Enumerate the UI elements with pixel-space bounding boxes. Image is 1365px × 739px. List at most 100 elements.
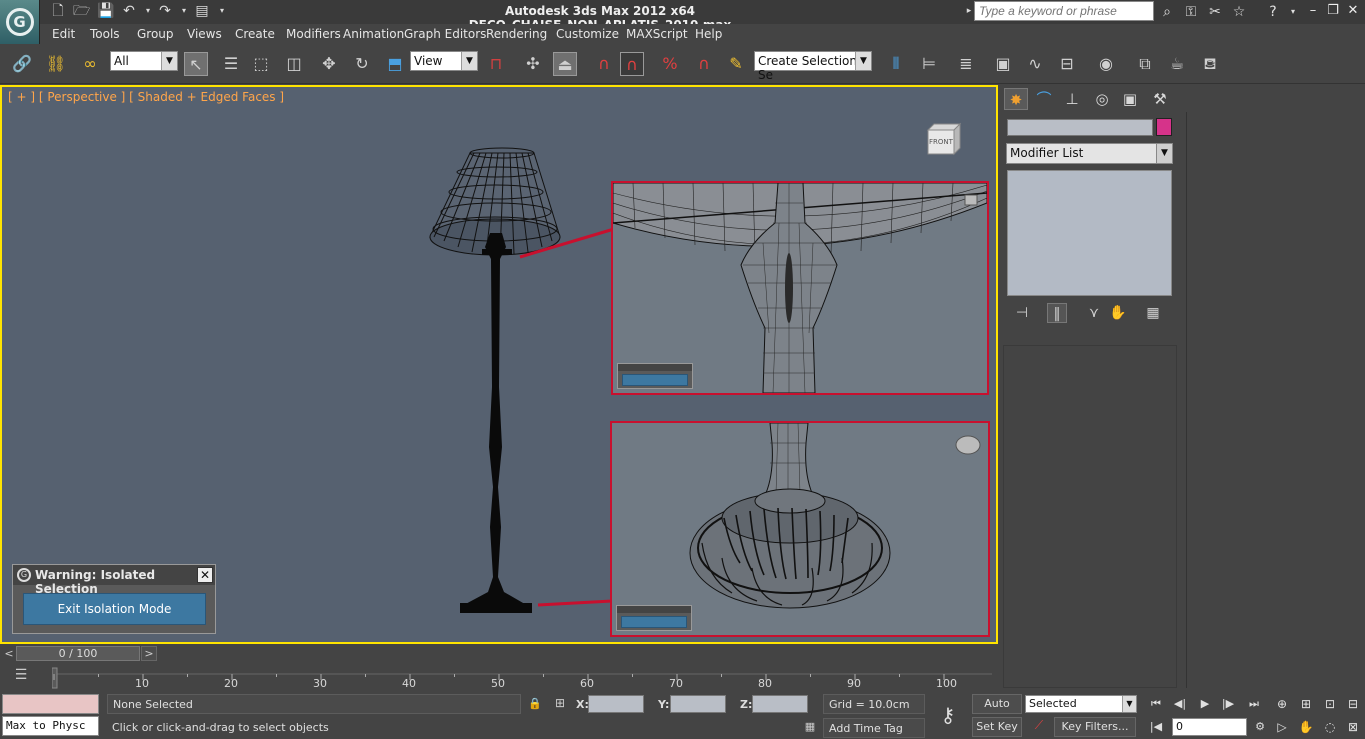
spinner-snap-icon[interactable]: ∩: [692, 52, 716, 76]
time-slider-thumb[interactable]: 0 / 100: [16, 646, 140, 661]
modify-tab-icon[interactable]: ⌒: [1032, 88, 1056, 110]
menu-edit[interactable]: Edit: [52, 27, 75, 41]
previous-key-icon[interactable]: ◀|: [1170, 696, 1190, 712]
perspective-viewport[interactable]: [ + ] [ Perspective ] [ Shaded + Edged F…: [0, 85, 998, 644]
menu-rendering[interactable]: Rendering: [486, 27, 547, 41]
hierarchy-tab-icon[interactable]: ⊥: [1060, 88, 1084, 110]
communication-center-icon[interactable]: ✂: [1206, 3, 1224, 21]
create-tab-icon[interactable]: ✸: [1004, 88, 1028, 110]
search-input[interactable]: [974, 1, 1154, 21]
default-tangents-icon[interactable]: ⟋: [1028, 718, 1050, 736]
subscription-key-icon[interactable]: ⚿: [1182, 3, 1200, 21]
select-and-move-icon[interactable]: ✥: [317, 52, 341, 76]
reference-coordinate-dropdown[interactable]: View ▼: [410, 51, 478, 71]
save-file-icon[interactable]: 💾: [97, 3, 114, 19]
window-crossing-icon[interactable]: ◫: [282, 52, 306, 76]
edit-named-selection-icon[interactable]: ✎: [724, 52, 748, 76]
percent-snap-icon[interactable]: %: [658, 52, 682, 76]
maxscript-listener-input[interactable]: Max to Physc: [2, 716, 99, 736]
angle-snap-icon[interactable]: ∩: [620, 52, 644, 76]
named-selection-dropdown[interactable]: Create Selection Se ▼: [754, 51, 872, 82]
next-frame-icon[interactable]: >: [141, 646, 157, 661]
maximize-viewport-icon[interactable]: ⊠: [1343, 718, 1363, 736]
field-of-view-icon[interactable]: ▷: [1272, 718, 1292, 736]
redo-icon[interactable]: ↷: [157, 3, 173, 19]
add-time-tag-button[interactable]: Add Time Tag: [823, 718, 925, 738]
key-filters-button[interactable]: Key Filters...: [1054, 717, 1136, 737]
snaps-toggle-icon[interactable]: ∩: [592, 52, 616, 76]
time-configuration-icon[interactable]: ⚙: [1250, 719, 1270, 735]
modifier-stack-list[interactable]: [1007, 170, 1172, 296]
pan-view-icon[interactable]: ✋: [1296, 718, 1316, 736]
set-key-button[interactable]: Set Key: [972, 717, 1022, 737]
absolute-mode-transform-icon[interactable]: ⊞: [552, 696, 568, 712]
keyboard-shortcut-override-icon[interactable]: ⏏: [553, 52, 577, 76]
show-end-result-icon[interactable]: ‖: [1047, 303, 1067, 323]
curve-editor-mini-icon[interactable]: ☰: [10, 667, 32, 687]
align-icon[interactable]: ⊨: [917, 52, 941, 76]
make-unique-icon[interactable]: ⋎: [1084, 303, 1104, 323]
pivot-center-icon[interactable]: ⊓: [484, 52, 508, 76]
key-mode-dropdown[interactable]: Selected ▼: [1025, 695, 1137, 713]
project-folder-icon[interactable]: ▤: [194, 3, 210, 19]
menu-help[interactable]: Help: [695, 27, 722, 41]
previous-frame-icon[interactable]: <: [2, 647, 16, 661]
selection-filter-dropdown[interactable]: All ▼: [110, 51, 178, 71]
undo-icon[interactable]: ↶: [121, 3, 137, 19]
rendered-frame-window-icon[interactable]: ☕: [1165, 52, 1189, 76]
zoom-extents-all-icon[interactable]: ⊟: [1343, 695, 1363, 713]
rectangular-selection-icon[interactable]: ⬚: [249, 52, 273, 76]
help-icon[interactable]: ?: [1264, 3, 1282, 21]
close-icon[interactable]: ✕: [1345, 3, 1361, 19]
quick-access-dropdown-icon[interactable]: ▾: [214, 3, 230, 19]
select-manipulate-icon[interactable]: ✣: [521, 52, 545, 76]
menu-maxscript[interactable]: MAXScript: [626, 27, 688, 41]
material-editor-icon[interactable]: ◉: [1094, 52, 1118, 76]
current-frame-field[interactable]: 0: [1172, 718, 1247, 736]
play-icon[interactable]: ▶: [1195, 696, 1215, 712]
zoom-extents-icon[interactable]: ⊡: [1320, 695, 1340, 713]
select-object-icon[interactable]: ↖: [184, 52, 208, 76]
time-tag-icon[interactable]: ▦: [802, 720, 818, 736]
maxscript-output-field[interactable]: [2, 694, 99, 714]
zoom-icon[interactable]: ⊕: [1272, 695, 1292, 713]
favorites-star-icon[interactable]: ☆: [1230, 3, 1248, 21]
help-dropdown-icon[interactable]: ▾: [1284, 3, 1302, 21]
remove-modifier-icon[interactable]: ✋: [1108, 303, 1128, 323]
go-to-start-icon[interactable]: ⏮: [1146, 696, 1166, 712]
unlink-selection-icon[interactable]: ⛓: [44, 52, 68, 76]
select-by-name-icon[interactable]: ☰: [219, 52, 243, 76]
menu-customize[interactable]: Customize: [556, 27, 619, 41]
configure-modifier-sets-icon[interactable]: ▦: [1143, 303, 1163, 323]
menu-tools[interactable]: Tools: [90, 27, 120, 41]
schematic-view-icon[interactable]: ⊟: [1055, 52, 1079, 76]
x-coord-field[interactable]: [588, 695, 644, 713]
application-button[interactable]: G: [0, 0, 40, 44]
curve-editor-icon[interactable]: ∿: [1023, 52, 1047, 76]
select-and-link-icon[interactable]: 🔗: [10, 52, 34, 76]
key-mode-toggle-icon[interactable]: |◀: [1146, 719, 1166, 735]
undo-dropdown-icon[interactable]: ▾: [140, 3, 156, 19]
modifier-list-dropdown[interactable]: Modifier List ▼: [1006, 143, 1173, 164]
orbit-icon[interactable]: ◌: [1320, 718, 1340, 736]
close-icon[interactable]: ✕: [197, 567, 213, 583]
mirror-icon[interactable]: ⫴: [884, 52, 908, 76]
restore-icon[interactable]: ❐: [1325, 3, 1341, 19]
menu-graph-editors[interactable]: Graph Editors: [404, 27, 486, 41]
bind-to-space-warp-icon[interactable]: ∞: [78, 52, 102, 76]
menu-views[interactable]: Views: [187, 27, 222, 41]
selection-lock-icon[interactable]: 🔒: [528, 697, 542, 711]
go-to-end-icon[interactable]: ⏭: [1244, 696, 1264, 712]
display-tab-icon[interactable]: ▣: [1118, 88, 1142, 110]
next-key-icon[interactable]: |▶: [1218, 696, 1238, 712]
menu-create[interactable]: Create: [235, 27, 275, 41]
graphite-ribbon-icon[interactable]: ▣: [991, 52, 1015, 76]
track-bar[interactable]: ☰ 10 20 30 40 50 60 70 80 90 100: [0, 663, 998, 691]
exit-isolation-mode-button[interactable]: Exit Isolation Mode: [23, 593, 206, 625]
render-production-icon[interactable]: ⛾: [1198, 52, 1222, 76]
render-setup-icon[interactable]: ⧉: [1133, 52, 1157, 76]
time-slider[interactable]: < 0 / 100 >: [0, 645, 998, 662]
open-file-icon[interactable]: 🗁: [73, 3, 90, 19]
object-name-field[interactable]: [1007, 119, 1153, 136]
pin-stack-icon[interactable]: ⊣: [1012, 303, 1032, 323]
